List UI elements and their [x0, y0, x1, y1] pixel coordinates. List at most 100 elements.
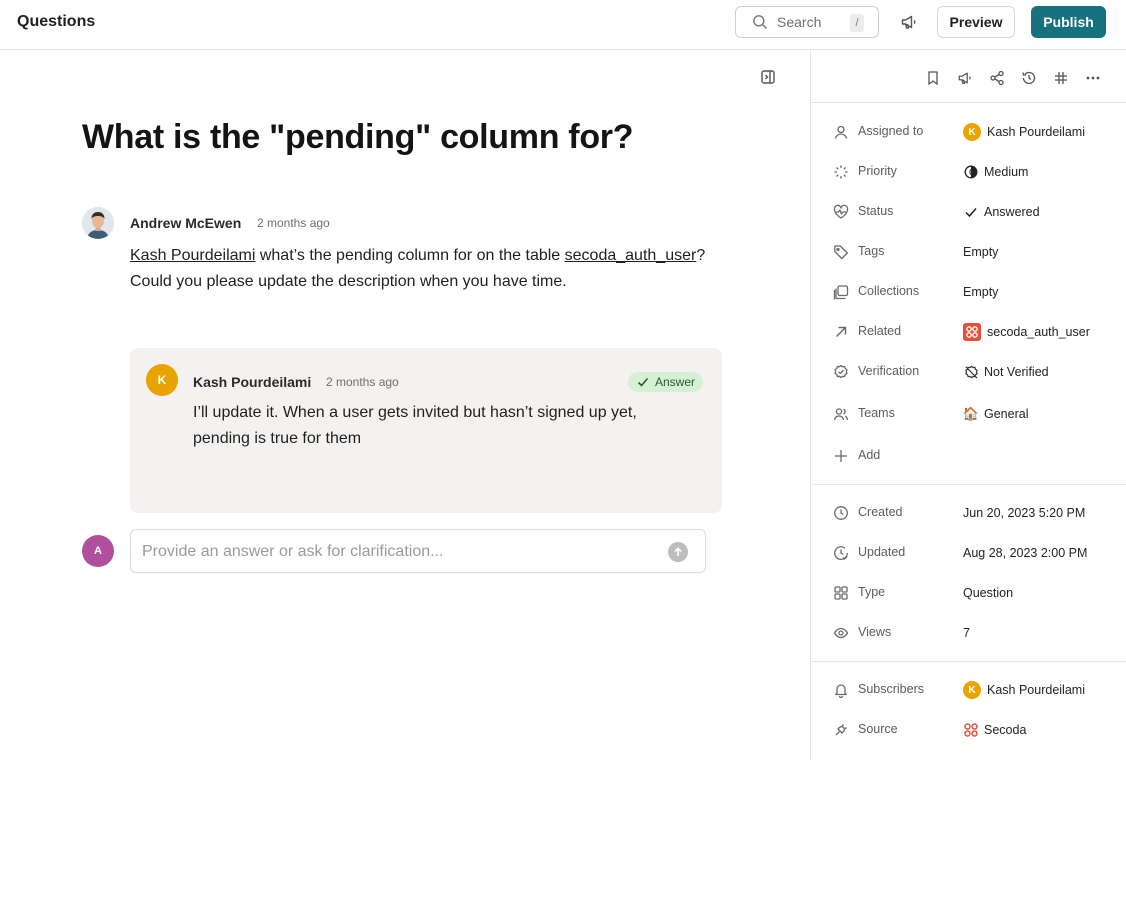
related-value: secoda_auth_user	[987, 325, 1090, 339]
bookmark-icon[interactable]	[923, 68, 943, 88]
heart-pulse-icon	[832, 203, 850, 221]
history-icon[interactable]	[1019, 68, 1039, 88]
meta-value: Aug 28, 2023 2:00 PM	[963, 546, 1088, 560]
property-label: Source	[858, 722, 898, 736]
property-value[interactable]: Not Verified	[963, 362, 1049, 382]
property-verification[interactable]: Verification Not Verified	[811, 360, 1126, 384]
answer-author[interactable]: Kash Pourdeilami	[193, 374, 311, 390]
search-icon	[752, 14, 768, 30]
answer-author-avatar: K	[146, 364, 178, 396]
meta-updated: Updated Aug 28, 2023 2:00 PM	[811, 541, 1126, 565]
meta-label: Views	[858, 625, 892, 639]
property-label: Collections	[858, 284, 920, 298]
grid-icon	[832, 584, 850, 602]
meta-value: Question	[963, 586, 1014, 600]
property-value[interactable]: K Kash Pourdeilami	[963, 680, 1085, 700]
not-verified-icon	[963, 364, 979, 380]
add-property-button[interactable]: Add	[811, 444, 1126, 468]
property-source[interactable]: Source Secoda	[811, 718, 1126, 742]
property-label: Tags	[858, 244, 885, 258]
priority-value: Medium	[984, 165, 1029, 179]
property-label: Subscribers	[858, 682, 924, 696]
answer-timestamp: 2 months ago	[326, 375, 399, 389]
answer-badge-label: Answer	[655, 375, 696, 389]
property-label: Assigned to	[858, 124, 924, 138]
question-title: What is the "pending" column for?	[82, 118, 634, 156]
property-subscribers[interactable]: Subscribers K Kash Pourdeilami	[811, 678, 1126, 702]
table-reference-link[interactable]: secoda_auth_user	[565, 247, 697, 264]
team-value: General	[984, 407, 1029, 421]
answer-card: K Kash Pourdeilami 2 months ago Answer I…	[130, 348, 722, 513]
property-label: Teams	[858, 406, 895, 420]
property-priority[interactable]: Priority Medium	[811, 160, 1126, 184]
reply-box[interactable]	[130, 529, 706, 573]
toggle-sidebar-icon[interactable]	[758, 67, 778, 87]
search-shortcut: /	[850, 14, 864, 32]
property-assigned-to[interactable]: Assigned to K Kash Pourdeilami	[811, 120, 1126, 144]
property-label: Status	[858, 204, 894, 218]
user-mention[interactable]: Kash Pourdeilami	[130, 247, 255, 264]
tag-icon	[832, 243, 850, 261]
secoda-logo-icon	[963, 722, 979, 738]
property-collections[interactable]: Collections Empty	[811, 280, 1126, 304]
clock-refresh-icon	[832, 544, 850, 562]
slack-icon[interactable]	[1051, 68, 1071, 88]
preview-button[interactable]: Preview	[937, 6, 1015, 38]
property-tags[interactable]: Tags Empty	[811, 240, 1126, 264]
status-value: Answered	[984, 205, 1040, 219]
property-label: Priority	[858, 164, 897, 178]
property-value[interactable]: Medium	[963, 162, 1028, 182]
announce-icon[interactable]	[955, 68, 975, 88]
meta-value: 7	[963, 626, 970, 640]
property-status[interactable]: Status Answered	[811, 200, 1126, 224]
more-options-icon[interactable]	[1083, 68, 1103, 88]
property-value[interactable]: secoda_auth_user	[963, 322, 1090, 342]
secoda-logo-icon	[963, 323, 981, 341]
search-box[interactable]: Search /	[735, 6, 879, 38]
send-icon[interactable]	[668, 542, 688, 562]
property-label: Related	[858, 324, 902, 338]
question-author[interactable]: Andrew McEwen	[130, 215, 241, 231]
property-value[interactable]: Empty	[963, 242, 998, 262]
collection-icon	[832, 283, 850, 301]
users-icon	[832, 405, 850, 423]
divider	[811, 102, 1126, 103]
assignee-name: Kash Pourdeilami	[987, 125, 1085, 139]
assignee-avatar: K	[963, 123, 981, 141]
question-timestamp: 2 months ago	[257, 216, 330, 230]
priority-medium-icon	[963, 164, 979, 180]
question-body: Kash Pourdeilami what’s the pending colu…	[130, 243, 710, 294]
property-value[interactable]: Secoda	[963, 720, 1026, 740]
meta-value: Jun 20, 2023 5:20 PM	[963, 506, 1086, 520]
divider	[811, 661, 1126, 662]
arrow-up-right-icon	[832, 323, 850, 341]
property-teams[interactable]: Teams 🏠 General	[811, 402, 1126, 426]
top-bar: Questions Search / Preview Publish	[0, 0, 1126, 50]
meta-type: Type Question	[811, 581, 1126, 605]
property-value[interactable]: K Kash Pourdeilami	[963, 122, 1085, 142]
announcements-icon[interactable]	[898, 11, 920, 33]
subscriber-name: Kash Pourdeilami	[987, 683, 1085, 697]
publish-button[interactable]: Publish	[1031, 6, 1106, 38]
meta-label: Type	[858, 585, 886, 599]
share-icon[interactable]	[987, 68, 1007, 88]
add-label: Add	[858, 448, 881, 462]
search-label: Search	[777, 14, 822, 30]
plus-icon	[832, 447, 850, 465]
answer-body: I’ll update it. When a user gets invited…	[193, 404, 637, 447]
house-emoji-icon: 🏠	[962, 406, 980, 421]
answer-badge[interactable]: Answer	[628, 372, 704, 392]
user-icon	[832, 123, 850, 141]
properties-sidebar: Assigned to K Kash Pourdeilami Priority M…	[810, 50, 1126, 759]
property-value[interactable]: 🏠 General	[962, 404, 1029, 424]
property-value[interactable]: Empty	[963, 282, 998, 302]
question-text-1: what’s the pending column for on the tab…	[255, 247, 565, 264]
check-icon	[963, 204, 979, 220]
bell-icon	[832, 681, 850, 699]
reply-input[interactable]	[142, 540, 652, 564]
source-value: Secoda	[984, 723, 1027, 737]
property-label: Verification	[858, 364, 920, 378]
plug-icon	[832, 721, 850, 739]
property-related[interactable]: Related secoda_auth_user	[811, 320, 1126, 344]
property-value[interactable]: Answered	[963, 202, 1040, 222]
